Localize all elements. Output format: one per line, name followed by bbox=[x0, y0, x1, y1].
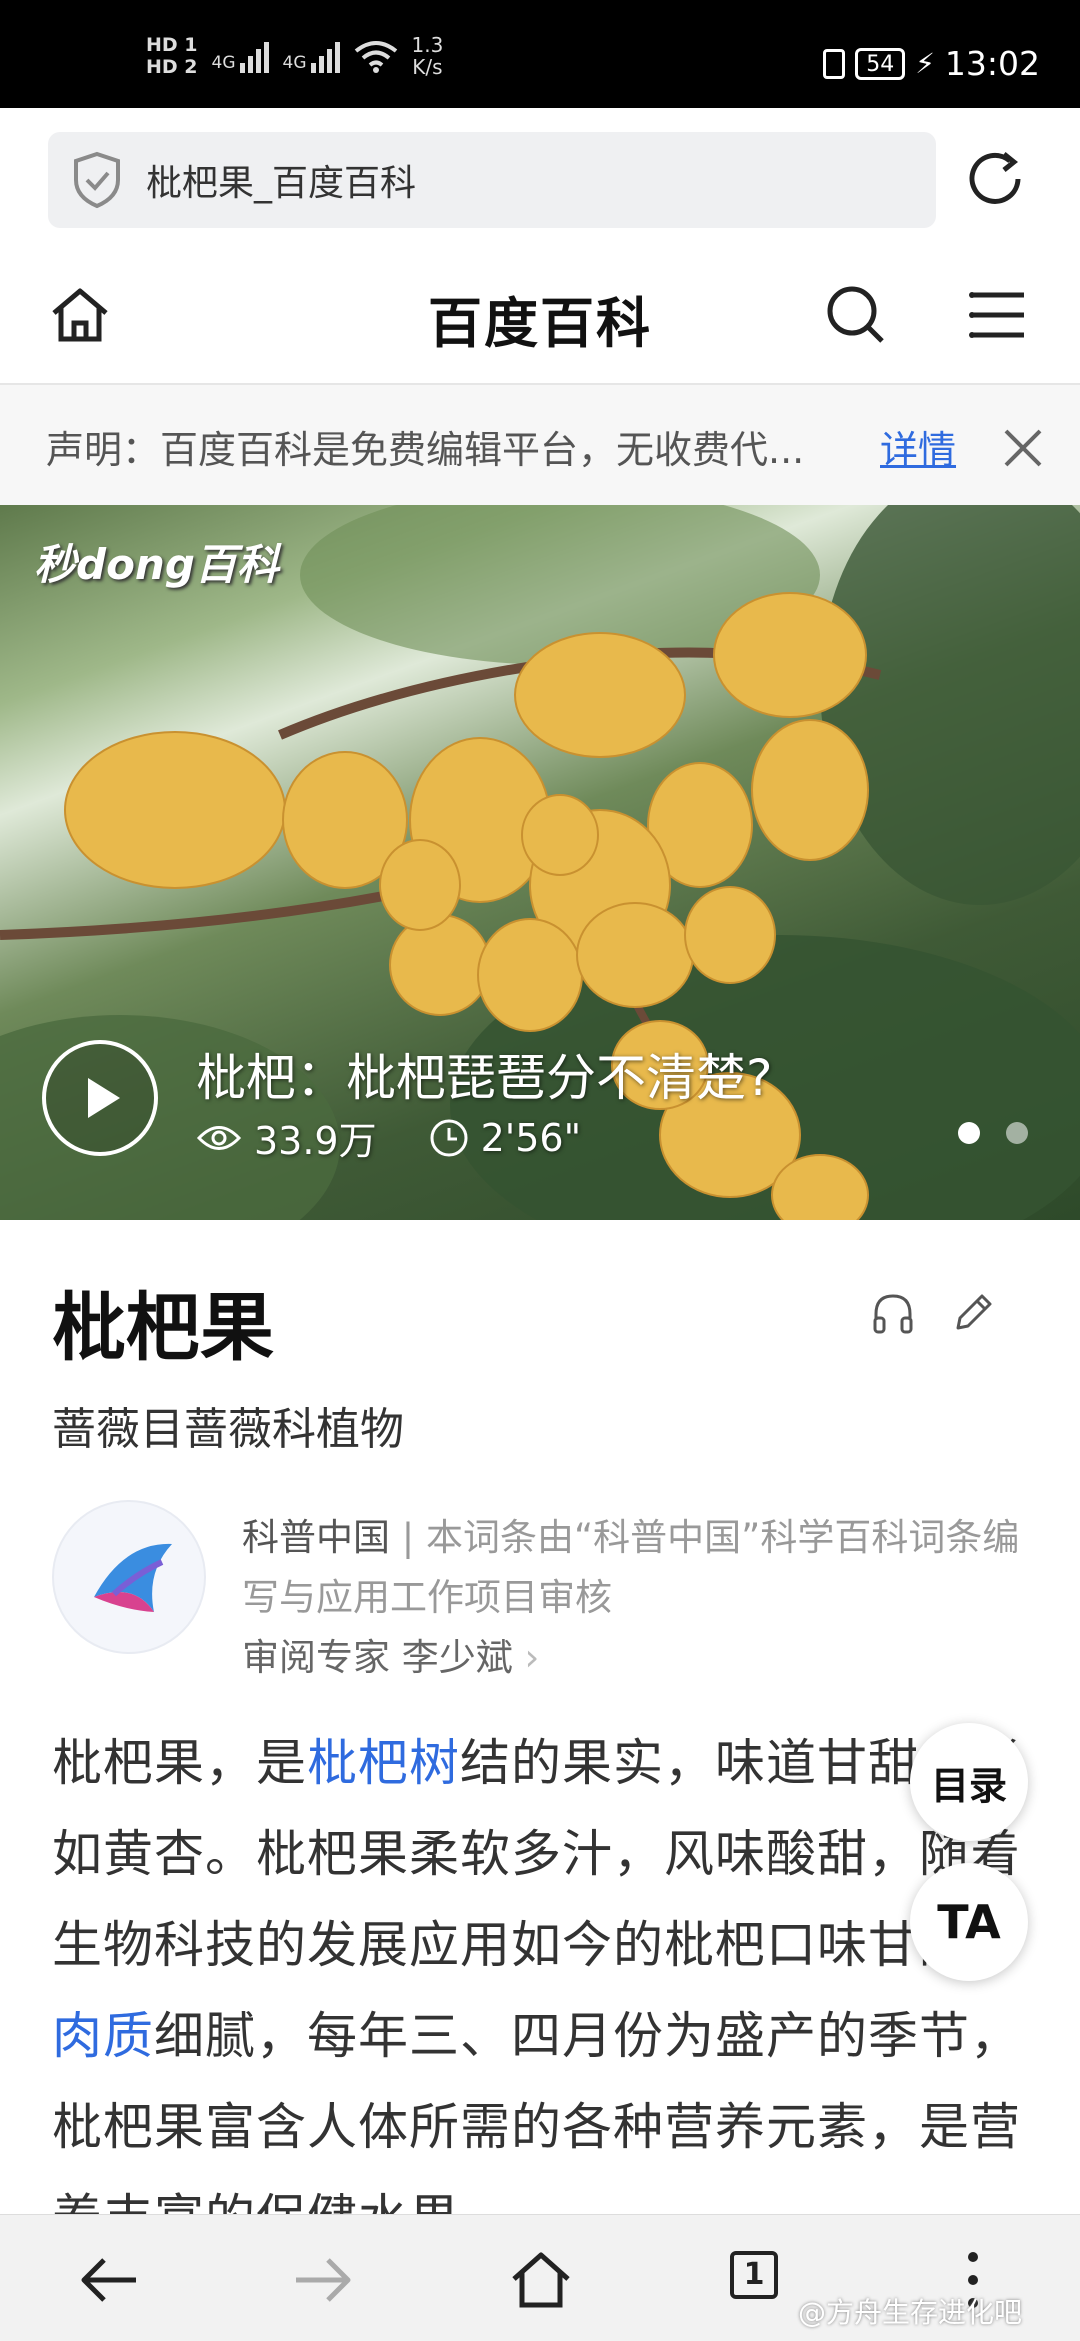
network-speed: 1.3 K/s bbox=[412, 34, 444, 78]
kepu-china-logo[interactable] bbox=[52, 1500, 206, 1654]
charging-icon: ⚡ bbox=[915, 47, 935, 80]
summary-text-1: 枇杷果，是 bbox=[52, 1734, 307, 1792]
disclaimer-text: 声明：百度百科是免费编辑平台，无收费代... bbox=[46, 428, 805, 472]
shield-icon bbox=[74, 151, 120, 209]
site-title[interactable]: 百度百科 bbox=[0, 279, 1080, 358]
entry-subtitle: 蔷薇目蔷薇科植物 bbox=[52, 1404, 404, 1455]
status-bar: HD 1 HD 2 4G 4G 1.3 K/s 54 ⚡ 13:02 bbox=[0, 0, 1080, 108]
speed-value: 1.3 bbox=[411, 33, 444, 57]
vibrate-icon bbox=[823, 48, 846, 79]
toc-label: 目录 bbox=[930, 1763, 1007, 1808]
signal-2: 4G bbox=[283, 39, 340, 73]
browser-toolbar: 枇杷果_百度百科 bbox=[0, 108, 1080, 243]
signal-bars-icon bbox=[310, 39, 340, 73]
back-arrow-icon[interactable] bbox=[76, 2249, 142, 2311]
video-banner[interactable]: 秒dong百科 枇杷：枇杷琵琶分不清楚? 33.9万 2'56" bbox=[0, 505, 1080, 1220]
forward-arrow-icon[interactable] bbox=[290, 2249, 356, 2311]
review-info: 科普中国 | 本词条由“科普中国”科学百科词条编写与应用工作项目审核 审阅专家 … bbox=[242, 1508, 1032, 1688]
video-title[interactable]: 枇杷：枇杷琵琶分不清楚? bbox=[196, 1038, 773, 1110]
disclaimer-banner: 声明：百度百科是免费编辑平台，无收费代... 详情 bbox=[0, 385, 1080, 505]
close-icon[interactable] bbox=[1000, 425, 1046, 471]
play-icon[interactable] bbox=[40, 1038, 160, 1158]
font-size-button[interactable]: TA bbox=[910, 1863, 1028, 1981]
clock: 13:02 bbox=[944, 44, 1040, 83]
disclaimer-details-link[interactable]: 详情 bbox=[880, 419, 956, 474]
battery-indicator: 54 bbox=[855, 47, 906, 80]
hd2-label: HD 2 bbox=[146, 56, 198, 78]
address-bar[interactable]: 枇杷果_百度百科 bbox=[48, 132, 936, 228]
reviewer-expert: 审阅专家 李少斌 bbox=[242, 1636, 513, 1679]
carousel-dot-active[interactable] bbox=[958, 1122, 980, 1144]
clock-icon bbox=[430, 1119, 468, 1156]
view-count: 33.9万 bbox=[254, 1119, 377, 1163]
loquat-tree-link[interactable]: 枇杷树 bbox=[307, 1734, 460, 1792]
table-of-contents-button[interactable]: 目录 bbox=[910, 1723, 1028, 1841]
status-left: HD 1 HD 2 4G 4G 1.3 K/s bbox=[146, 34, 443, 78]
video-meta: 33.9万 2'56" bbox=[196, 1110, 581, 1165]
signal-1: 4G bbox=[212, 39, 269, 73]
hd1-label: HD 1 bbox=[146, 34, 198, 56]
refresh-icon[interactable] bbox=[962, 146, 1028, 212]
site-header: 百度百科 bbox=[0, 243, 1080, 385]
signal-bars-icon bbox=[239, 39, 269, 73]
reviewer-expert-row[interactable]: 审阅专家 李少斌 › bbox=[242, 1628, 1032, 1688]
reviewer-org[interactable]: 科普中国 bbox=[242, 1516, 390, 1559]
flesh-link[interactable]: 肉质 bbox=[52, 2007, 154, 2065]
search-icon[interactable] bbox=[824, 283, 888, 347]
edit-pencil-icon[interactable] bbox=[950, 1290, 996, 1336]
carousel-dot[interactable] bbox=[1006, 1122, 1028, 1144]
network-type-2: 4G bbox=[282, 53, 307, 73]
kepu-logo-icon bbox=[94, 1543, 172, 1612]
status-right: 54 ⚡ 13:02 bbox=[823, 44, 1040, 83]
headphones-icon[interactable] bbox=[870, 1290, 916, 1336]
eye-icon bbox=[196, 1125, 242, 1150]
browser-bottom-nav: 1 @方舟生存进化吧 bbox=[0, 2214, 1080, 2341]
entry-summary: 枇杷果，是枇杷树结的果实，味道甘甜，形如黄杏。枇杷果柔软多汁，风味酸甜，随着生物… bbox=[52, 1718, 1042, 2264]
wifi-icon bbox=[354, 41, 397, 73]
font-size-label: TA bbox=[937, 1895, 1001, 1949]
summary-text-3: 细腻，每年三、四月份为盛产的季节，枇杷果富含人体所需的各种营养元素，是营养丰富的… bbox=[52, 2007, 1021, 2247]
image-watermark: @方舟生存进化吧 bbox=[798, 2296, 1023, 2329]
video-duration: 2'56" bbox=[480, 1115, 582, 1160]
home-icon[interactable] bbox=[508, 2249, 574, 2311]
network-type-1: 4G bbox=[211, 53, 236, 73]
chevron-right-icon: › bbox=[524, 1636, 540, 1679]
address-text: 枇杷果_百度百科 bbox=[146, 163, 417, 204]
video-source-logo: 秒dong百科 bbox=[34, 540, 279, 589]
speed-unit: K/s bbox=[412, 55, 443, 79]
tabs-button[interactable]: 1 bbox=[730, 2251, 778, 2299]
hd-indicator: HD 1 HD 2 bbox=[146, 34, 198, 78]
menu-icon[interactable] bbox=[966, 283, 1030, 347]
entry-title: 枇杷果 bbox=[52, 1285, 274, 1371]
